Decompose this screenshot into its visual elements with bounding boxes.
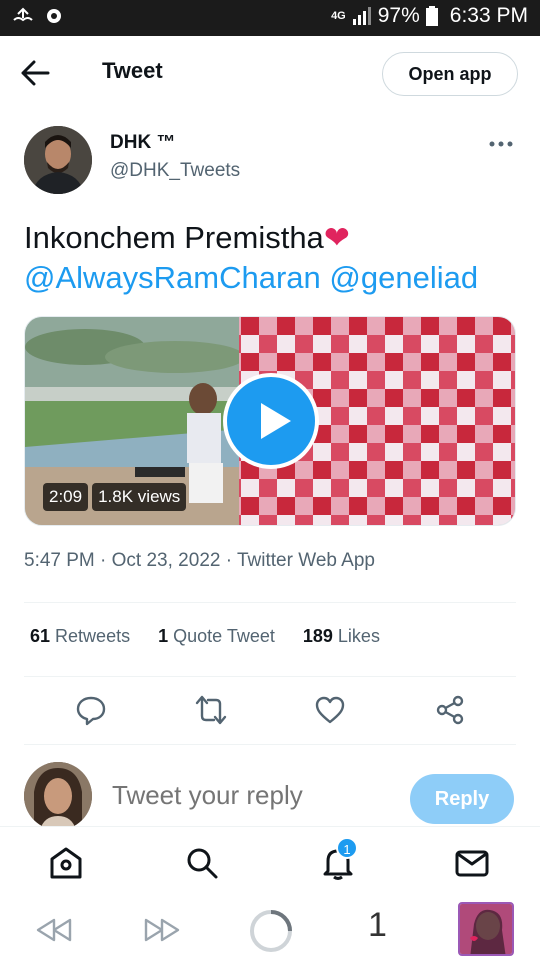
share-icon[interactable] [434,694,466,726]
settings-status-icon [47,9,61,23]
tweet-actions [0,694,540,730]
likes-label: Likes [337,626,380,646]
battery-icon [425,6,438,26]
mention-link[interactable]: @geneliad [329,260,478,295]
rewind-icon[interactable] [34,916,74,944]
meta-separator: · [225,550,233,571]
retweets-count: 61 [30,626,51,646]
user-avatar-image [24,762,92,830]
quotes-stat[interactable]: 1 Quote Tweet [158,626,275,647]
user-avatar[interactable] [24,762,92,830]
loading-icon[interactable] [248,908,294,954]
tweet-meta: 5:47 PM · Oct 23, 2022 · Twitter Web App [24,550,375,572]
retweets-stat[interactable]: 61 Retweets [30,626,130,647]
status-right: 4G 97% 6:33 PM [331,4,528,28]
battery-percent: 97% [377,4,420,27]
notifications-tab[interactable]: 1 [320,837,358,881]
reply-icon[interactable] [75,694,107,726]
mention-link[interactable]: @AlwaysRamCharan [24,260,321,295]
quotes-label: Quote Tweet [173,626,275,646]
tab-thumbnail[interactable] [458,902,514,956]
play-button[interactable] [223,373,319,469]
divider [24,744,516,745]
status-bar: 4G 97% 6:33 PM [0,0,540,36]
tab-count[interactable]: 1 [368,906,387,945]
page-title: Tweet [102,58,163,83]
reply-input[interactable] [112,780,392,811]
bottom-nav: 1 [0,826,540,900]
like-icon[interactable] [314,694,346,726]
home-icon[interactable] [48,845,84,881]
status-time: 6:33 PM [449,4,528,27]
retweets-label: Retweets [55,626,131,646]
tweet-text: Inkonchem Premistha❤ @AlwaysRamCharan @g… [24,218,524,298]
search-icon[interactable] [184,845,220,881]
notifications-badge: 1 [336,837,358,859]
likes-stat[interactable]: 189 Likes [303,626,380,647]
quotes-count: 1 [158,626,169,646]
divider [24,676,516,677]
avatar-image [24,126,92,194]
tweet-body: Inkonchem Premistha [24,220,324,255]
retweet-icon[interactable] [195,694,227,726]
network-type: 4G [331,10,346,22]
video-views: 1.8K views [92,483,187,511]
author-handle[interactable]: @DHK_Tweets [110,160,240,182]
reply-button[interactable]: Reply [410,774,514,824]
tweet-time[interactable]: 5:47 PM [24,550,95,571]
status-left-icons [12,6,64,26]
back-arrow-icon[interactable] [20,60,54,86]
tweet-stats: 61 Retweets 1 Quote Tweet 189 Likes [30,626,380,647]
hotspot-icon [13,7,33,22]
signal-icon [352,7,371,25]
likes-count: 189 [302,626,333,646]
play-icon [261,403,291,439]
divider [24,602,516,603]
more-options-icon[interactable] [488,138,514,150]
author-avatar[interactable] [24,126,92,194]
video-duration: 2:09 [43,483,89,511]
mail-icon[interactable] [454,845,490,881]
video-badges: 2:09 1.8K views [43,483,187,511]
tweet-source[interactable]: Twitter Web App [237,550,375,571]
top-bar: Tweet Open app [0,36,540,110]
open-app-button[interactable]: Open app [382,52,518,96]
meta-separator: · [100,550,107,571]
fast-forward-icon[interactable] [142,916,182,944]
author-name[interactable]: DHK ™ [110,132,175,154]
tweet-date[interactable]: Oct 23, 2022 [112,550,221,571]
tab-thumbnail-image [460,904,512,954]
heart-emoji: ❤ [323,220,350,255]
video-player[interactable]: 2:09 1.8K views [24,316,516,526]
